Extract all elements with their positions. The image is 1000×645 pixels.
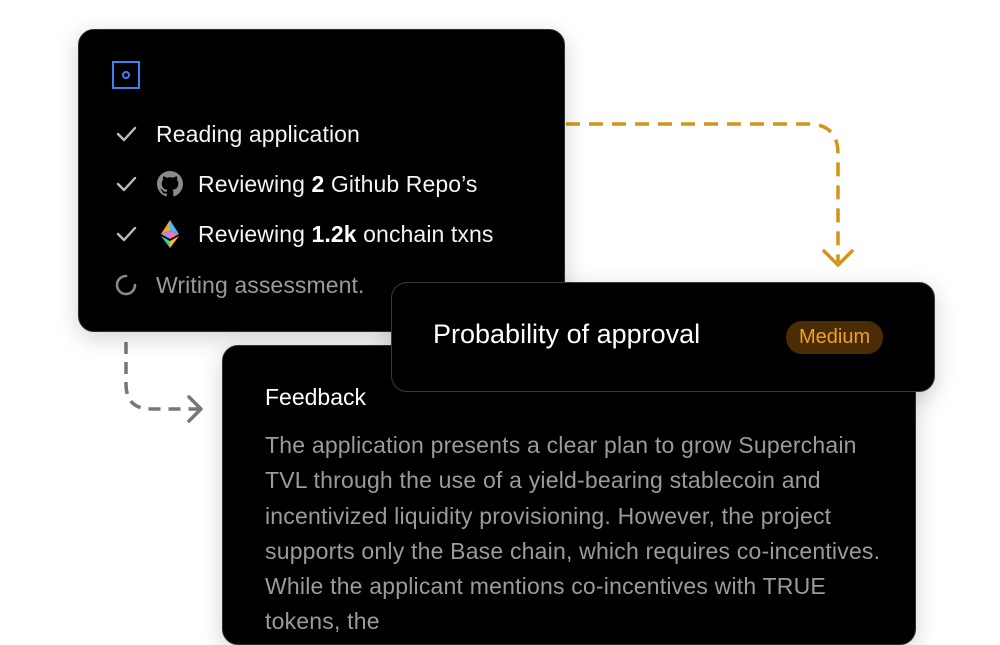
task-label: Reviewing 1.2k onchain txns (198, 220, 494, 247)
github-icon (156, 170, 184, 198)
status-badge: Medium (786, 321, 884, 354)
check-icon (113, 221, 139, 247)
check-icon (113, 171, 139, 197)
feedback-body: The application presents a clear plan to… (265, 432, 881, 635)
task-label: Writing assessment. (156, 271, 365, 298)
feedback-title: Feedback (265, 384, 367, 410)
gray-arrowhead-icon (187, 395, 203, 423)
task-item: Writing assessment. (113, 270, 365, 300)
orange-arrowhead-icon (822, 249, 854, 267)
task-label: Reading application (156, 120, 360, 147)
task-item: Reviewing 1.2k onchain txns (113, 219, 494, 249)
approval-probability-card: Probability of approval Medium (391, 282, 935, 392)
orange-connector-arrow (566, 122, 840, 262)
task-item: Reviewing 2 Github Repo’s (113, 169, 478, 199)
loading-spinner-icon (113, 272, 139, 298)
approval-probability-label: Probability of approval (433, 319, 701, 349)
ethereum-icon (156, 220, 184, 248)
gray-connector-arrow (124, 342, 200, 411)
agent-logo-icon (112, 61, 140, 89)
task-label: Reviewing 2 Github Repo’s (198, 170, 478, 197)
task-item: Reading application (113, 119, 360, 149)
check-icon (113, 121, 139, 147)
